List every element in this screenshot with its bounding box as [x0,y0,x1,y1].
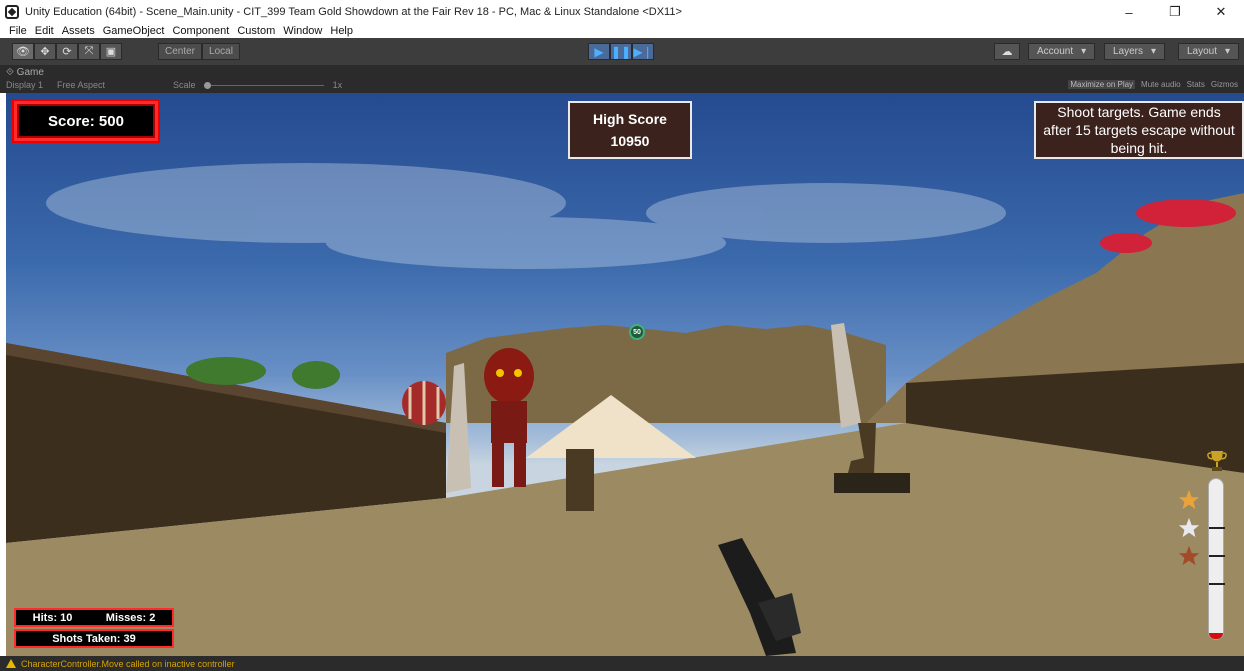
warning-icon [6,659,16,668]
hits-text: Hits: 10 [32,611,73,624]
chevron-down-icon: ▾ [1225,46,1231,57]
step-button[interactable]: ▶❘ [632,43,654,60]
progress-tick-gold [1209,527,1225,529]
silver-star-icon [1178,517,1200,538]
transform-tools: 👁 ✥ ⟳ ⤧ ▣ [12,43,122,60]
scale-control[interactable]: Scale 1x [173,80,342,90]
title-bar: Unity Education (64bit) - Scene_Main.uni… [0,0,1244,24]
crate-target [566,449,594,511]
game-tab-label: Game [16,67,44,78]
window-title: Unity Education (64bit) - Scene_Main.uni… [25,6,682,18]
score-panel: Score: 500 [14,101,158,141]
slider-knob[interactable] [204,82,212,90]
progress-tick-silver [1209,555,1225,557]
toolbar: 👁 ✥ ⟳ ⤧ ▣ Center Local ▶ ❚❚ ▶❘ ☁ Account… [0,38,1244,65]
account-label: Account [1037,46,1074,57]
layers-label: Layers [1113,46,1144,57]
high-score-label: High Score [593,111,667,127]
pivot-local-button[interactable]: Local [202,43,240,60]
layers-dropdown[interactable]: Layers ▾ [1104,43,1166,60]
menu-gameobject[interactable]: GameObject [99,24,169,38]
stats-panel: Hits: 10 Misses: 2 Shots Taken: 39 [14,608,174,648]
scale-tool-icon[interactable]: ⤧ [78,43,100,60]
clouds [46,163,1006,269]
scale-value: 1x [332,80,343,90]
target-points-value: 50 [633,328,641,336]
chevron-down-icon: ▾ [1151,46,1157,57]
mute-audio-toggle[interactable]: Mute audio [1141,80,1181,89]
shots-row: Shots Taken: 39 [14,629,174,648]
minimize-button[interactable]: – [1106,0,1152,24]
pivot-center-label: Center [165,46,196,57]
stats-toggle[interactable]: Stats [1187,80,1205,89]
move-tool-icon[interactable]: ✥ [34,43,56,60]
account-dropdown[interactable]: Account ▾ [1028,43,1096,60]
right-toolbar: ☁ [994,43,1020,60]
pivot-toggles: Center Local [158,43,240,60]
menu-custom[interactable]: Custom [233,24,279,38]
cloud-icon[interactable]: ☁ [994,43,1020,60]
instructions-panel: Shoot targets. Game ends after 15 target… [1034,101,1244,159]
gizmos-toggle[interactable]: Gizmos [1211,80,1238,89]
pivot-local-label: Local [209,46,233,57]
game-view-toggles: Maximize on Play Mute audio Stats Gizmos [1068,80,1238,89]
rect-tool-icon[interactable]: ▣ [100,43,122,60]
maximize-on-play-toggle[interactable]: Maximize on Play [1068,80,1136,89]
play-button[interactable]: ▶ [588,43,610,60]
playback-controls: ▶ ❚❚ ▶❘ [588,43,654,60]
target-points-badge: 50 [629,324,645,340]
layout-group: Layout ▾ [1178,43,1240,60]
layers-group: Layers ▾ [1104,43,1166,60]
rotate-tool-icon[interactable]: ⟳ [56,43,78,60]
progress-tick-bronze [1209,583,1225,585]
menu-window[interactable]: Window [279,24,326,38]
menu-file[interactable]: File [5,24,31,38]
hits-misses-row: Hits: 10 Misses: 2 [14,608,174,627]
menu-assets[interactable]: Assets [58,24,99,38]
scene-render [6,163,1244,656]
aspect-dropdown[interactable]: Free Aspect [57,80,105,90]
robot-target [484,348,534,487]
high-score-value: 10950 [610,133,650,149]
console-status-bar[interactable]: CharacterController.Move called on inact… [0,656,1244,671]
scale-label: Scale [173,80,196,90]
menu-help[interactable]: Help [326,24,357,38]
menu-bar: File Edit Assets GameObject Component Cu… [0,24,1244,38]
view-tool-eye-icon[interactable]: 👁 [12,43,34,60]
game-viewport[interactable]: Score: 500 High Score 10950 Shoot target… [6,93,1244,656]
misses-text: Misses: 2 [105,611,156,624]
unity-logo-icon [5,5,19,19]
instructions-text: Shoot targets. Game ends after 15 target… [1043,104,1235,156]
trophy-icon [1207,451,1227,471]
window-controls: – ❐ ✕ [1106,0,1244,24]
status-message: CharacterController.Move called on inact… [21,658,235,669]
game-tab[interactable]: ⟐ Game [6,67,44,78]
close-button[interactable]: ✕ [1198,0,1244,24]
maximize-button[interactable]: ❐ [1152,0,1198,24]
high-score-panel: High Score 10950 [568,101,692,159]
layout-dropdown[interactable]: Layout ▾ [1178,43,1240,60]
menu-edit[interactable]: Edit [31,24,58,38]
bronze-star-icon [1178,545,1200,566]
layout-label: Layout [1187,46,1218,57]
game-options: Display 1 Free Aspect Scale 1x [6,80,342,90]
score-text: Score: 500 [48,112,124,130]
account-group: Account ▾ [1028,43,1096,60]
scale-slider[interactable] [204,82,325,90]
pivot-center-button[interactable]: Center [158,43,203,60]
game-tab-icon: ⟐ [6,67,17,78]
menu-component[interactable]: Component [168,24,233,38]
gold-star-icon [1178,489,1200,510]
game-view-header: ⟐ Game Display 1 Free Aspect Scale 1x Ma… [0,65,1244,93]
progress-fill [1209,632,1223,639]
escape-progress-bar [1208,478,1225,640]
chevron-down-icon: ▾ [1081,46,1087,57]
pause-button[interactable]: ❚❚ [610,43,632,60]
display-dropdown[interactable]: Display 1 [6,80,43,90]
shots-text: Shots Taken: 39 [52,632,136,645]
